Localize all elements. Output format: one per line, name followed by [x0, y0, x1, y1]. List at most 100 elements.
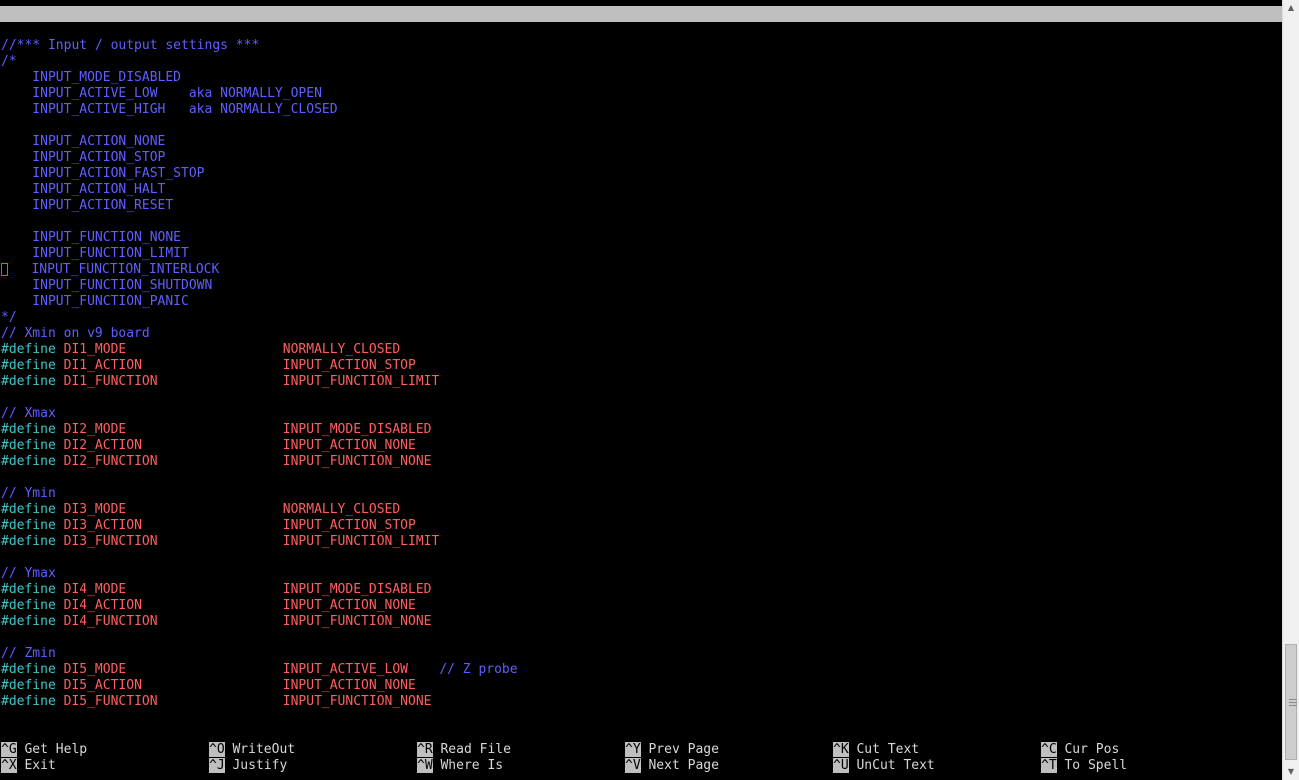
- define-keyword: #define: [1, 518, 56, 533]
- shortcut-label: Where Is: [432, 758, 504, 773]
- code-line[interactable]: // Ymin: [1, 486, 1281, 502]
- shortcut-label: Cur Pos: [1056, 742, 1120, 757]
- define-keyword: #define: [1, 534, 56, 549]
- code-line[interactable]: #define DI3_ACTION INPUT_ACTION_STOP: [1, 518, 1281, 534]
- shortcut-row: ^X Exit ^J Justify ^W Where Is ^V Next Page…: [0, 758, 1282, 774]
- code-comment: INPUT_ACTION_FAST_STOP: [1, 166, 205, 181]
- arrow-down-icon[interactable]: ▼: [1283, 764, 1299, 780]
- code-line[interactable]: INPUT_FUNCTION_INTERLOCK: [1, 262, 1281, 278]
- code-line[interactable]: [1, 118, 1281, 134]
- shortcut-key: ^X: [1, 758, 17, 773]
- macro-definition: DI3_MODE NORMALLY_CLOSED: [55, 502, 401, 517]
- code-line[interactable]: INPUT_ACTION_NONE: [1, 134, 1281, 150]
- code-comment: // Xmin on v9 board: [1, 326, 150, 341]
- code-line[interactable]: #define DI5_MODE INPUT_ACTIVE_LOW // Z p…: [1, 662, 1281, 678]
- define-keyword: #define: [1, 614, 56, 629]
- shortcut-uncut-text[interactable]: ^U UnCut Text: [833, 758, 935, 774]
- shortcut-row: ^G Get Help ^O WriteOut ^R Read File ^Y Pre…: [0, 742, 1282, 758]
- code-comment: //*** Input / output settings ***: [1, 38, 260, 53]
- code-line[interactable]: #define DI3_MODE NORMALLY_CLOSED: [1, 502, 1281, 518]
- code-line[interactable]: INPUT_ACTIVE_HIGH aka NORMALLY_CLOSED: [1, 102, 1281, 118]
- define-keyword: #define: [1, 422, 56, 437]
- code-line[interactable]: INPUT_FUNCTION_NONE: [1, 230, 1281, 246]
- code-comment: // Ymax: [1, 566, 56, 581]
- code-line[interactable]: #define DI4_FUNCTION INPUT_FUNCTION_NONE: [1, 614, 1281, 630]
- code-comment: /*: [1, 54, 17, 69]
- terminal-window[interactable]: GNU nano 2.2.6 File: /home/seb/src/githu…: [0, 0, 1282, 780]
- code-comment: INPUT_FUNCTION_INTERLOCK: [8, 262, 220, 277]
- shortcut-to-spell[interactable]: ^T To Spell: [1041, 758, 1127, 774]
- code-line[interactable]: INPUT_MODE_DISABLED: [1, 70, 1281, 86]
- code-line[interactable]: //*** Input / output settings ***: [1, 38, 1281, 54]
- shortcut-read-file[interactable]: ^R Read File: [417, 742, 511, 758]
- code-line[interactable]: #define DI1_MODE NORMALLY_CLOSED: [1, 342, 1281, 358]
- vertical-scrollbar[interactable]: ▲ ▼: [1282, 0, 1299, 780]
- code-line[interactable]: INPUT_ACTIVE_LOW aka NORMALLY_OPEN: [1, 86, 1281, 102]
- code-line[interactable]: INPUT_FUNCTION_LIMIT: [1, 246, 1281, 262]
- code-line[interactable]: #define DI2_MODE INPUT_MODE_DISABLED: [1, 422, 1281, 438]
- code-line[interactable]: // Zmin: [1, 646, 1281, 662]
- macro-definition: DI2_FUNCTION INPUT_FUNCTION_NONE: [55, 454, 432, 469]
- shortcut-key: ^Y: [625, 742, 641, 757]
- shortcut-writeout[interactable]: ^O WriteOut: [209, 742, 295, 758]
- shortcut-key: ^K: [833, 742, 849, 757]
- code-comment: INPUT_FUNCTION_NONE: [1, 230, 182, 245]
- code-comment: // Zmin: [1, 646, 56, 661]
- code-line[interactable]: INPUT_FUNCTION_SHUTDOWN: [1, 278, 1281, 294]
- shortcut-key: ^V: [625, 758, 641, 773]
- code-line[interactable]: // Ymax: [1, 566, 1281, 582]
- shortcut-key: ^U: [833, 758, 849, 773]
- define-keyword: #define: [1, 582, 56, 597]
- code-line[interactable]: [1, 214, 1281, 230]
- code-comment: INPUT_ACTIVE_LOW aka NORMALLY_OPEN: [1, 86, 322, 101]
- define-keyword: #define: [1, 438, 56, 453]
- macro-definition: DI5_ACTION INPUT_ACTION_NONE: [55, 678, 416, 693]
- code-comment: // Z probe: [439, 662, 518, 677]
- shortcut-justify[interactable]: ^J Justify: [209, 758, 287, 774]
- code-line[interactable]: // Xmin on v9 board: [1, 326, 1281, 342]
- code-line[interactable]: #define DI5_FUNCTION INPUT_FUNCTION_NONE: [1, 694, 1281, 710]
- code-line[interactable]: #define DI1_FUNCTION INPUT_FUNCTION_LIMI…: [1, 374, 1281, 390]
- define-keyword: #define: [1, 502, 56, 517]
- shortcut-cut-text[interactable]: ^K Cut Text: [833, 742, 919, 758]
- shortcut-get-help[interactable]: ^G Get Help: [1, 742, 87, 758]
- shortcut-prev-page[interactable]: ^Y Prev Page: [625, 742, 719, 758]
- code-comment: INPUT_ACTION_RESET: [1, 198, 174, 213]
- code-line[interactable]: [1, 630, 1281, 646]
- code-line[interactable]: #define DI4_ACTION INPUT_ACTION_NONE: [1, 598, 1281, 614]
- code-line[interactable]: INPUT_ACTION_RESET: [1, 198, 1281, 214]
- shortcut-cur-pos[interactable]: ^C Cur Pos: [1041, 742, 1119, 758]
- code-line[interactable]: #define DI2_ACTION INPUT_ACTION_NONE: [1, 438, 1281, 454]
- code-line[interactable]: INPUT_ACTION_STOP: [1, 150, 1281, 166]
- shortcut-where-is[interactable]: ^W Where Is: [417, 758, 503, 774]
- code-comment: INPUT_FUNCTION_PANIC: [1, 294, 189, 309]
- shortcut-next-page[interactable]: ^V Next Page: [625, 758, 719, 774]
- code-line[interactable]: INPUT_ACTION_FAST_STOP: [1, 166, 1281, 182]
- shortcut-bar: ^G Get Help ^O WriteOut ^R Read File ^Y Pre…: [0, 742, 1282, 774]
- code-line[interactable]: */: [1, 310, 1281, 326]
- code-line[interactable]: #define DI5_ACTION INPUT_ACTION_NONE: [1, 678, 1281, 694]
- shortcut-label: Get Help: [16, 742, 88, 757]
- code-line[interactable]: INPUT_ACTION_HALT: [1, 182, 1281, 198]
- scrollbar-thumb[interactable]: [1285, 644, 1297, 760]
- code-line[interactable]: INPUT_FUNCTION_PANIC: [1, 294, 1281, 310]
- code-line[interactable]: /*: [1, 54, 1281, 70]
- code-line[interactable]: [1, 550, 1281, 566]
- code-line[interactable]: #define DI1_ACTION INPUT_ACTION_STOP: [1, 358, 1281, 374]
- code-line[interactable]: [1, 390, 1281, 406]
- code-line[interactable]: #define DI2_FUNCTION INPUT_FUNCTION_NONE: [1, 454, 1281, 470]
- macro-definition: DI4_ACTION INPUT_ACTION_NONE: [55, 598, 416, 613]
- app-version: GNU nano 2.2.6: [17, 22, 127, 37]
- code-line[interactable]: [1, 470, 1281, 486]
- shortcut-exit[interactable]: ^X Exit: [1, 758, 56, 774]
- code-line[interactable]: // Xmax: [1, 406, 1281, 422]
- editor-text-area[interactable]: //*** Input / output settings ***/* INPU…: [1, 38, 1281, 710]
- macro-definition: DI1_FUNCTION INPUT_FUNCTION_LIMIT: [55, 374, 440, 389]
- arrow-up-icon[interactable]: ▲: [1283, 0, 1299, 16]
- code-line[interactable]: #define DI4_MODE INPUT_MODE_DISABLED: [1, 582, 1281, 598]
- code-comment: INPUT_ACTION_HALT: [1, 182, 166, 197]
- define-keyword: #define: [1, 358, 56, 373]
- code-line[interactable]: #define DI3_FUNCTION INPUT_FUNCTION_LIMI…: [1, 534, 1281, 550]
- code-comment: // Ymin: [1, 486, 56, 501]
- macro-definition: DI5_MODE INPUT_ACTIVE_LOW: [55, 662, 440, 677]
